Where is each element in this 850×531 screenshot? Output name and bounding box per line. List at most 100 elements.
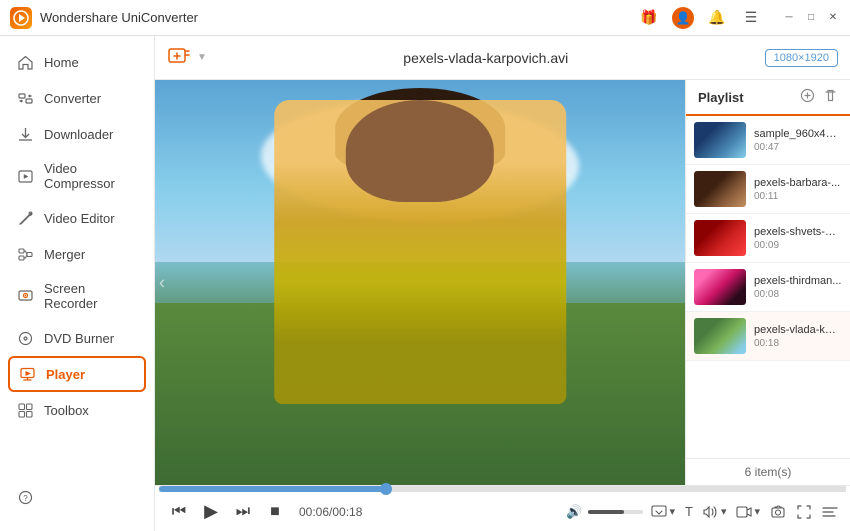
playlist-item-duration: 00:08 — [754, 289, 842, 300]
sidebar-item-help[interactable]: ? — [0, 479, 154, 515]
progress-thumb[interactable] — [380, 483, 392, 495]
playlist-item-name: sample_960x400... — [754, 128, 842, 140]
playlist-item[interactable]: sample_960x400... 00:47 — [686, 116, 850, 165]
playlist-count: 6 item(s) — [745, 465, 792, 479]
svg-text:?: ? — [23, 494, 28, 503]
converter-icon — [16, 89, 34, 107]
video-control[interactable]: ▾ — [736, 504, 760, 520]
user-icon[interactable]: 👤 — [672, 7, 694, 29]
playlist-actions — [800, 88, 838, 106]
playlist-item-info: pexels-barbara-... 00:11 — [754, 177, 842, 202]
close-button[interactable]: ✕ — [826, 11, 840, 25]
playlist-add-icon[interactable] — [800, 88, 815, 106]
title-bar-right: 🎁 👤 🔔 ☰ ─ □ ✕ — [638, 7, 840, 29]
volume-fill — [588, 510, 624, 514]
video-editor-icon — [16, 209, 34, 227]
sidebar-item-merger[interactable]: Merger — [0, 236, 154, 272]
add-file-button[interactable]: ▼ — [167, 45, 207, 71]
sidebar-item-toolbox[interactable]: Toolbox — [0, 392, 154, 428]
audio-control[interactable]: ▾ — [703, 504, 727, 520]
merger-icon — [16, 245, 34, 263]
sidebar-item-video-editor[interactable]: Video Editor — [0, 200, 154, 236]
volume-icon[interactable]: 🔊 — [566, 504, 582, 520]
volume-slider[interactable] — [588, 510, 643, 514]
toolbox-icon — [16, 401, 34, 419]
file-title: pexels-vlada-karpovich.avi — [219, 50, 753, 66]
playlist-panel: Playlist — [685, 80, 850, 485]
sidebar-item-screen-recorder[interactable]: Screen Recorder — [0, 272, 154, 320]
sidebar-item-dvd-burner[interactable]: DVD Burner — [0, 320, 154, 356]
playlist-item-name: pexels-vlada-kar... — [754, 324, 842, 336]
play-button[interactable]: ▶ — [199, 500, 223, 524]
progress-fill — [159, 486, 386, 492]
bell-icon[interactable]: 🔔 — [706, 7, 728, 29]
toolbox-label: Toolbox — [44, 403, 89, 418]
speed-control[interactable]: ▾ — [651, 504, 675, 520]
time-display: 00:06/00:18 — [299, 505, 362, 519]
help-icon: ? — [16, 488, 34, 506]
playlist-item-name: pexels-thirdman... — [754, 275, 842, 287]
title-bar: Wondershare UniConverter 🎁 👤 🔔 ☰ ─ □ ✕ — [0, 0, 850, 36]
playlist-toggle-icon[interactable] — [822, 504, 838, 520]
maximize-button[interactable]: □ — [804, 11, 818, 25]
volume-area: 🔊 — [566, 504, 643, 520]
playlist-item-info: sample_960x400... 00:47 — [754, 128, 842, 153]
main-layout: Home Converter Downloader — [0, 36, 850, 531]
screen-recorder-label: Screen Recorder — [44, 281, 138, 311]
sidebar-item-home[interactable]: Home — [0, 44, 154, 80]
content-area: ▼ pexels-vlada-karpovich.avi 1080×1920 ‹ — [155, 36, 850, 531]
playlist-item-duration: 00:18 — [754, 338, 842, 349]
playlist-item-duration: 00:47 — [754, 142, 842, 153]
playlist-item[interactable]: pexels-shvets-pr... 00:09 — [686, 214, 850, 263]
gift-icon[interactable]: 🎁 — [638, 7, 660, 29]
playlist-thumb — [694, 220, 746, 256]
playlist-thumb — [694, 269, 746, 305]
sidebar-bottom: ? — [0, 471, 154, 523]
sidebar-item-converter[interactable]: Converter — [0, 80, 154, 116]
playlist-footer: 6 item(s) — [686, 458, 850, 485]
playlist-delete-icon[interactable] — [823, 88, 838, 106]
playlist-item-active[interactable]: pexels-vlada-kar... 00:18 — [686, 312, 850, 361]
player-label: Player — [46, 367, 85, 382]
screenshot-icon[interactable] — [770, 504, 786, 520]
next-frame-button[interactable]: ⏭ — [231, 500, 255, 524]
title-bar-left: Wondershare UniConverter — [10, 7, 638, 29]
playlist-item-name: pexels-barbara-... — [754, 177, 842, 189]
app-logo — [10, 7, 32, 29]
sidebar-item-downloader[interactable]: Downloader — [0, 116, 154, 152]
prev-video-button[interactable]: ‹ — [155, 264, 169, 301]
add-chevron-icon: ▼ — [197, 52, 207, 63]
window-controls: ─ □ ✕ — [782, 11, 840, 25]
minimize-button[interactable]: ─ — [782, 11, 796, 25]
sidebar-item-player[interactable]: Player — [8, 356, 146, 392]
downloader-label: Downloader — [44, 127, 113, 142]
controls-row: ⏮ ▶ ⏭ ■ 00:06/00:18 🔊 — [155, 492, 850, 531]
menu-icon[interactable]: ☰ — [740, 7, 762, 29]
top-bar: ▼ pexels-vlada-karpovich.avi 1080×1920 — [155, 36, 850, 80]
video-container[interactable]: ‹ — [155, 80, 685, 485]
audio-chevron: ▾ — [721, 505, 727, 518]
home-icon — [16, 53, 34, 71]
app-title: Wondershare UniConverter — [40, 10, 198, 25]
video-editor-label: Video Editor — [44, 211, 115, 226]
playlist-item-name: pexels-shvets-pr... — [754, 226, 842, 238]
fullscreen-icon[interactable] — [796, 504, 812, 520]
sidebar: Home Converter Downloader — [0, 36, 155, 531]
playlist-item[interactable]: pexels-thirdman... 00:08 — [686, 263, 850, 312]
playlist-item-info: pexels-vlada-kar... 00:18 — [754, 324, 842, 349]
screen-recorder-icon — [16, 287, 34, 305]
video-compressor-label: Video Compressor — [44, 161, 138, 191]
controls-bar: ⏮ ▶ ⏭ ■ 00:06/00:18 🔊 — [155, 485, 850, 531]
stop-button[interactable]: ■ — [263, 500, 287, 524]
resolution-badge: 1080×1920 — [765, 49, 838, 67]
text-overlay-icon[interactable]: T — [685, 504, 693, 519]
playlist-item[interactable]: pexels-barbara-... 00:11 — [686, 165, 850, 214]
playlist-title: Playlist — [698, 90, 744, 105]
prev-frame-button[interactable]: ⏮ — [167, 500, 191, 524]
progress-bar[interactable] — [159, 486, 846, 492]
playlist-thumb — [694, 122, 746, 158]
right-controls: ▾ T ▾ — [651, 504, 838, 520]
speed-chevron: ▾ — [669, 505, 675, 518]
sidebar-item-video-compressor[interactable]: Video Compressor — [0, 152, 154, 200]
playlist-item-info: pexels-thirdman... 00:08 — [754, 275, 842, 300]
